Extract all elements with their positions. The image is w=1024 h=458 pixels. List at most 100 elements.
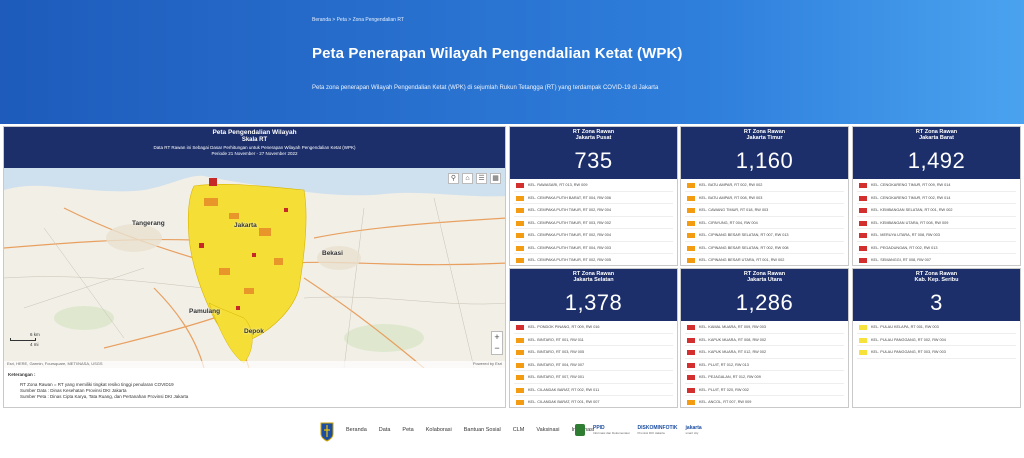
rt-list-item-label: KEL. CIPINANG BESAR UTARA, RT 001, RW 00… xyxy=(699,258,785,262)
rt-list-item-label: KEL. CEMPAKA PUTIH TIMUR, RT 003, RW 002 xyxy=(528,220,611,225)
rt-list-item[interactable]: KEL. CIPAYUNG, RT 004, RW 004 xyxy=(685,217,844,229)
card-count: 3 xyxy=(930,290,943,315)
rt-list[interactable]: KEL. CENGKARENG TIMUR, RT 009, RW 014 KEL… xyxy=(853,179,1020,265)
rt-list-item[interactable]: KEL. PEGADUNGAN, RT 002, RW 013 xyxy=(857,242,1016,254)
rt-list-item[interactable]: KEL. PULAU PANGGANG, RT 002, RW 004 xyxy=(857,334,1016,346)
rt-list-item[interactable]: KEL. BATU AMPAR, RT 002, RW 002 xyxy=(685,179,844,192)
zone-marker-icon xyxy=(859,245,867,251)
rt-list-item[interactable]: KEL. CAWANG TIMUR, RT 018, RW 003 xyxy=(685,204,844,217)
rt-list-item[interactable]: KEL. BINTARO, RT 004, RW 007 xyxy=(514,359,673,371)
footer-link-data[interactable]: Data xyxy=(379,427,391,433)
zone-marker-icon xyxy=(859,220,867,226)
rt-list-item[interactable]: KEL. PULAU KELAPA, RT 001, RW 003 xyxy=(857,321,1016,334)
rt-list-item[interactable]: KEL. CEMPAKA PUTIH TIMUR, RT 003, RW 002 xyxy=(514,217,673,229)
rt-list-item[interactable]: KEL. CEMPAKA PUTIH TIMUR, RT 002, RW 004 xyxy=(514,204,673,217)
footer-link-clm[interactable]: CLM xyxy=(513,427,525,433)
rt-list-item[interactable]: KEL. ANCOL, RT 007, RW 009 xyxy=(685,396,844,407)
map-description: Data RT Rawan ini Sebagai Dasar Perhitun… xyxy=(153,145,356,150)
card-title: RT Zona Rawan xyxy=(915,271,958,277)
rt-list-item[interactable]: KEL. PLUIT, RT 012, RW 013 xyxy=(685,359,844,371)
rt-list-item[interactable]: KEL. RAWASARI, RT 013, RW 009 xyxy=(514,179,673,192)
diskominfotik-logo[interactable]: DISKOMINFOTIK Provinsi DKI Jakarta xyxy=(638,425,678,435)
card-jakarta-barat: RT Zona Rawan Jakarta Barat 1,492 KEL. C… xyxy=(852,126,1021,266)
green-area xyxy=(54,306,114,330)
rt-list-item[interactable]: KEL. CENGKARENG TIMUR, RT 002, RW 014 xyxy=(857,192,1016,204)
rt-list-item[interactable]: KEL. CILANDAK BARAT, RT 002, RW 011 xyxy=(514,384,673,396)
layers-icon[interactable]: ☰ xyxy=(476,173,487,184)
card-count: 1,492 xyxy=(907,148,966,173)
footer-link-peta[interactable]: Peta xyxy=(402,427,413,433)
rt-list-item[interactable]: KEL. SEMANGGI, RT 008, RW 007 xyxy=(857,254,1016,265)
rt-list-item[interactable]: KEL. CENGKARENG TIMUR, RT 009, RW 014 xyxy=(857,179,1016,192)
footer-link-vaksinasi[interactable]: Vaksinasi xyxy=(536,427,559,433)
smart-city-logo[interactable]: jakarta smart city xyxy=(686,425,702,435)
rt-list-item[interactable]: KEL. MERUYA UTARA, RT 008, RW 003 xyxy=(857,229,1016,242)
zone-marker-icon xyxy=(859,258,867,263)
card-count: 1,286 xyxy=(735,290,794,315)
rt-list-item-label: KEL. BINTARO, RT 003, RW 005 xyxy=(528,350,585,354)
rt-list-item[interactable]: KEL. KAPUK MUARA, RT 012, RW 002 xyxy=(685,346,844,359)
rt-list-item[interactable]: KEL. PEJAGALAN, RT 012, RW 009 xyxy=(685,371,844,384)
zone-marker-icon xyxy=(516,387,524,393)
home-icon[interactable]: ⌂ xyxy=(462,173,473,184)
dki-jakarta-logo[interactable] xyxy=(320,422,334,442)
rt-list-item[interactable]: KEL. BATU AMPAR, RT 008, RW 003 xyxy=(685,192,844,204)
search-icon[interactable]: ⚲ xyxy=(448,173,459,184)
rt-list[interactable]: KEL. RAWASARI, RT 013, RW 009 KEL. CEMPAK… xyxy=(510,179,677,265)
rt-list-item-label: KEL. CEMPAKA PUTIH TIMUR, RT 002, RW 005 xyxy=(528,258,611,262)
rt-list-item[interactable]: KEL. KAPUK MUARA, RT 008, RW 002 xyxy=(685,334,844,346)
zoom-out-button[interactable]: − xyxy=(492,343,502,354)
zone-marker-icon xyxy=(687,208,695,213)
rt-list-item[interactable]: KEL. PONDOK PINANG, RT 009, RW 016 xyxy=(514,321,673,334)
card-jakarta-utara: RT Zona Rawan Jakarta Utara 1,286 KEL. K… xyxy=(680,268,849,408)
footer-link-beranda[interactable]: Beranda xyxy=(346,427,367,433)
card-header: RT Zona Rawan Jakarta Selatan 1,378 xyxy=(510,269,677,321)
rt-list[interactable]: KEL. BATU AMPAR, RT 002, RW 002 KEL. BATU… xyxy=(681,179,848,265)
rt-list-item[interactable]: KEL. KEMBANGAN UTARA, RT 008, RW 009 xyxy=(857,217,1016,229)
card-title: RT Zona Rawan xyxy=(572,129,615,135)
smart-city-tag: smart city xyxy=(685,431,699,435)
rt-list-item[interactable]: KEL. PULAU PANGGANG, RT 003, RW 003 xyxy=(857,346,1016,359)
map-title: Peta Pengendalian Wilayah xyxy=(212,129,297,136)
rt-list-item[interactable]: KEL. CIPINANG BESAR SELATAN, RT 007, RW … xyxy=(685,229,844,242)
footer-link-kolaborasi[interactable]: Kolaborasi xyxy=(426,427,452,433)
card-count: 735 xyxy=(574,148,613,173)
breadcrumb[interactable]: Beranda > Peta > Zona Pengendalian RT xyxy=(312,17,404,23)
rt-list[interactable]: KEL. PONDOK PINANG, RT 009, RW 016 KEL. B… xyxy=(510,321,677,407)
rt-list-item[interactable]: KEL. CEMPAKA PUTIH TIMUR, RT 002, RW 005 xyxy=(514,254,673,265)
zone-marker-icon xyxy=(516,362,524,368)
rt-list-item-label: KEL. BATU AMPAR, RT 002, RW 002 xyxy=(699,183,763,187)
ppid-tag: Informasi dan Dokumentasi xyxy=(593,431,630,435)
powered-by-esri[interactable]: Powered by Esri xyxy=(473,361,502,366)
rt-list-item[interactable]: KEL. CEMPAKA PUTIH TIMUR, RT 004, RW 003 xyxy=(514,242,673,254)
rt-list-item-label: KEL. PULAU PANGGANG, RT 003, RW 003 xyxy=(871,350,946,354)
green-area xyxy=(344,324,424,352)
card-count: 1,160 xyxy=(735,148,794,173)
map-canvas[interactable]: Tangerang Jakarta Bekasi Pamulang Depok … xyxy=(4,168,505,368)
rt-list-item-label: KEL. MERUYA UTARA, RT 008, RW 003 xyxy=(871,233,940,237)
ppid-logo[interactable]: PPID Informasi dan Dokumentasi xyxy=(593,425,630,435)
rt-list-item[interactable]: KEL. BINTARO, RT 007, RW 001 xyxy=(514,371,673,384)
rt-list-item[interactable]: KEL. PLUIT, RT 020, RW 002 xyxy=(685,384,844,396)
zoom-in-button[interactable]: + xyxy=(492,332,502,343)
shield-logo-icon[interactable] xyxy=(575,424,585,436)
rt-list-item-label: KEL. PULAU PANGGANG, RT 002, RW 004 xyxy=(871,337,946,342)
rt-list-item[interactable]: KEL. CIPINANG BESAR SELATAN, RT 002, RW … xyxy=(685,242,844,254)
rt-list-item[interactable]: KEL. KEMBANGAN SELATAN, RT 001, RW 002 xyxy=(857,204,1016,217)
rt-list-item[interactable]: KEL. KAMAL MUARA, RT 009, RW 003 xyxy=(685,321,844,334)
rt-list-item-label: KEL. CEMPAKA PUTIH TIMUR, RT 002, RW 004 xyxy=(528,233,611,237)
rt-list-item[interactable]: KEL. CILANDAK BARAT, RT 001, RW 007 xyxy=(514,396,673,407)
rt-list[interactable]: KEL. KAMAL MUARA, RT 009, RW 003 KEL. KAP… xyxy=(681,321,848,407)
rt-list-item-label: KEL. BATU AMPAR, RT 008, RW 003 xyxy=(699,195,763,200)
attribution-text: Esri, HERE, Garmin, Foursquare, METI/NAS… xyxy=(7,361,103,366)
zone-marker-icon xyxy=(516,220,524,226)
rt-list-item[interactable]: KEL. BINTARO, RT 001, RW 011 xyxy=(514,334,673,346)
basemap-gallery-icon[interactable]: ▦ xyxy=(490,173,501,184)
map-header: Peta Pengendalian Wilayah Skala RT Data … xyxy=(4,127,505,168)
rt-list-item[interactable]: KEL. CEMPAKA PUTIH BARAT, RT 004, RW 006 xyxy=(514,192,673,204)
rt-list-item[interactable]: KEL. CEMPAKA PUTIH TIMUR, RT 002, RW 004 xyxy=(514,229,673,242)
rt-list[interactable]: KEL. PULAU KELAPA, RT 001, RW 003 KEL. PU… xyxy=(853,321,1020,359)
rt-list-item[interactable]: KEL. BINTARO, RT 003, RW 005 xyxy=(514,346,673,359)
footer-link-bantuan-sosial[interactable]: Bantuan Sosial xyxy=(464,427,501,433)
rt-list-item[interactable]: KEL. CIPINANG BESAR UTARA, RT 001, RW 00… xyxy=(685,254,844,265)
